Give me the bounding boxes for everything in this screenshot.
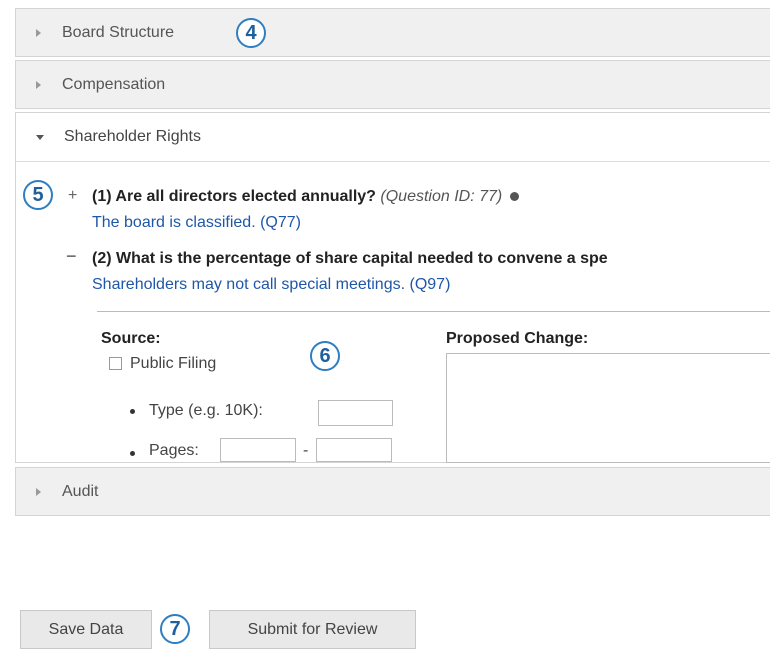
- public-filing-label: Public Filing: [130, 355, 217, 372]
- bullet: [130, 451, 135, 456]
- collapse-toggle[interactable]: −: [66, 246, 77, 267]
- question-id: (Question ID: 77): [380, 188, 503, 205]
- section-title: Audit: [62, 482, 99, 500]
- type-label: Type (e.g. 10K):: [149, 402, 263, 419]
- caret-down-icon: [36, 134, 44, 140]
- info-icon[interactable]: [509, 192, 519, 201]
- submit-for-review-button[interactable]: Submit for Review: [209, 610, 416, 649]
- callout-6: 6: [310, 341, 340, 371]
- question-title: (2) What is the percentage of share capi…: [92, 250, 608, 267]
- question-title: (1) Are all directors elected annually?: [92, 188, 376, 205]
- section-title: Compensation: [62, 75, 166, 93]
- public-filing-checkbox[interactable]: [109, 357, 122, 370]
- pages-from-input[interactable]: [220, 438, 296, 462]
- callout-7: 7: [160, 614, 190, 644]
- callout-4: 4: [236, 18, 266, 48]
- pages-to-input[interactable]: [316, 438, 392, 462]
- caret-right-icon: [36, 28, 41, 37]
- callout-5: 5: [23, 180, 53, 210]
- question-1: (1) Are all directors elected annually? …: [92, 188, 519, 206]
- question-answer[interactable]: Shareholders may not call special meetin…: [92, 276, 450, 294]
- save-data-button[interactable]: Save Data: [20, 610, 152, 649]
- section-compensation[interactable]: Compensation: [15, 60, 770, 109]
- section-title: Shareholder Rights: [64, 128, 201, 145]
- proposed-change-label: Proposed Change:: [446, 330, 589, 347]
- section-audit[interactable]: Audit: [15, 467, 770, 516]
- section-header[interactable]: Shareholder Rights: [16, 113, 770, 162]
- source-label: Source:: [101, 330, 161, 347]
- bullet: [130, 409, 135, 414]
- caret-right-icon: [36, 487, 41, 496]
- caret-right-icon: [36, 80, 41, 89]
- section-board-structure[interactable]: Board Structure: [15, 8, 770, 57]
- type-input[interactable]: [318, 400, 393, 426]
- question-answer[interactable]: The board is classified. (Q77): [92, 214, 301, 232]
- section-title: Board Structure: [62, 23, 175, 41]
- pages-separator: -: [303, 442, 309, 459]
- proposed-change-textarea[interactable]: [446, 353, 770, 463]
- expand-toggle[interactable]: +: [68, 187, 77, 205]
- divider: [97, 311, 770, 312]
- pages-label: Pages:: [149, 442, 199, 459]
